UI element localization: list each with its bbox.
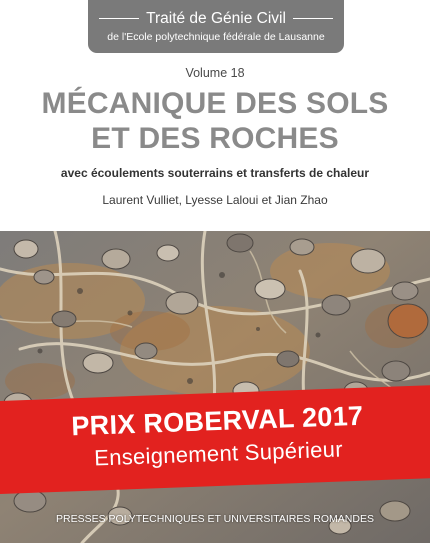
series-title: Traité de Génie Civil xyxy=(146,10,286,27)
series-subtitle: de l'Ecole polytechnique fédérale de Lau… xyxy=(107,31,325,43)
series-rule-left xyxy=(99,18,140,19)
series-header: Traité de Génie Civil de l'Ecole polytec… xyxy=(88,0,344,53)
book-title-line-2: ET DES ROCHES xyxy=(91,122,339,155)
award-banner: PRIX ROBERVAL 2017 Enseignement Supérieu… xyxy=(0,384,430,495)
authors: Laurent Vulliet, Lyesse Laloui et Jian Z… xyxy=(102,193,328,207)
series-rule-right xyxy=(292,18,333,19)
volume-number: Volume 18 xyxy=(185,66,245,80)
book-cover: Traité de Génie Civil de l'Ecole polytec… xyxy=(0,0,430,543)
book-title-line-1: MÉCANIQUE DES SOLS xyxy=(41,87,389,120)
book-subtitle: avec écoulements souterrains et transfer… xyxy=(60,166,370,180)
book-title: MÉCANIQUE DES SOLS ET DES ROCHES xyxy=(0,86,430,156)
publisher-name: PRESSES POLYTECHNIQUES ET UNIVERSITAIRES… xyxy=(56,513,374,525)
